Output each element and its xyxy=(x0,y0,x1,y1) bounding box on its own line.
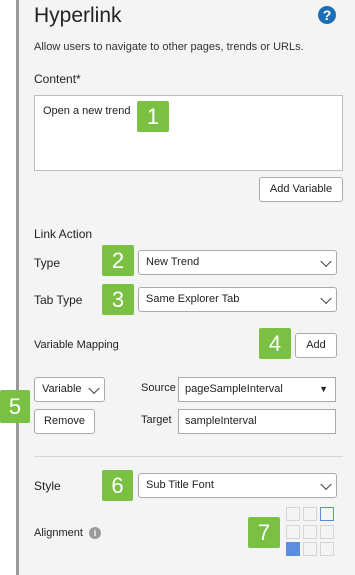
content-label: Content* xyxy=(34,72,81,86)
info-icon[interactable]: i xyxy=(89,527,101,539)
callout-6: 6 xyxy=(102,470,133,501)
type-select[interactable]: New Trend xyxy=(138,250,337,275)
variable-mapping-label: Variable Mapping xyxy=(34,339,119,351)
add-variable-button[interactable]: Add Variable xyxy=(259,177,343,202)
callout-5: 5 xyxy=(0,390,30,423)
align-middle-right[interactable] xyxy=(320,524,334,539)
align-top-left[interactable] xyxy=(286,507,300,521)
style-select[interactable]: Sub Title Font xyxy=(138,473,337,498)
mapping-kind-value: Variable xyxy=(42,383,82,395)
chevron-down-icon xyxy=(320,478,332,490)
content-textarea[interactable]: Open a new trend xyxy=(34,95,343,171)
callout-2: 2 xyxy=(102,245,134,276)
alignment-grid xyxy=(286,507,336,557)
align-top-center[interactable] xyxy=(303,507,317,521)
callout-3: 3 xyxy=(102,284,134,315)
align-middle-center[interactable] xyxy=(303,524,317,539)
callout-1: 1 xyxy=(137,101,169,132)
callout-4: 4 xyxy=(259,328,291,359)
target-value: sampleInterval xyxy=(185,415,257,427)
tab-type-select[interactable]: Same Explorer Tab xyxy=(138,287,337,312)
alignment-label: Alignment xyxy=(34,527,83,539)
style-select-value: Sub Title Font xyxy=(146,479,214,491)
left-border xyxy=(0,0,19,575)
chevron-down-icon xyxy=(88,382,100,394)
remove-mapping-button[interactable]: Remove xyxy=(34,409,95,434)
source-value: pageSampleInterval xyxy=(185,383,283,395)
target-input[interactable]: sampleInterval xyxy=(178,409,336,434)
panel-description: Allow users to navigate to other pages, … xyxy=(34,41,304,53)
section-divider xyxy=(34,456,343,457)
type-select-value: New Trend xyxy=(146,256,200,268)
content-value: Open a new trend xyxy=(43,105,131,117)
align-bottom-right[interactable] xyxy=(320,542,334,557)
source-select[interactable]: pageSampleInterval ▼ xyxy=(178,377,336,402)
chevron-down-icon xyxy=(320,292,332,304)
align-top-right[interactable] xyxy=(320,507,334,521)
align-bottom-center[interactable] xyxy=(303,542,317,557)
chevron-down-icon xyxy=(320,255,332,267)
type-label: Type xyxy=(34,256,61,270)
align-bottom-left[interactable] xyxy=(286,542,300,557)
add-mapping-button[interactable]: Add xyxy=(295,333,337,358)
mapping-kind-select[interactable]: Variable xyxy=(34,377,105,402)
align-middle-left[interactable] xyxy=(286,524,300,539)
style-label: Style xyxy=(34,479,61,493)
caret-down-icon: ▼ xyxy=(319,384,328,394)
source-label: Source xyxy=(141,382,176,394)
panel-title: Hyperlink xyxy=(34,4,122,27)
tab-type-label: Tab Type xyxy=(34,293,83,307)
help-icon[interactable]: ? xyxy=(318,6,336,24)
target-label: Target xyxy=(141,414,172,426)
link-action-heading: Link Action xyxy=(34,227,93,241)
tab-type-select-value: Same Explorer Tab xyxy=(146,293,240,305)
callout-7: 7 xyxy=(248,517,280,548)
